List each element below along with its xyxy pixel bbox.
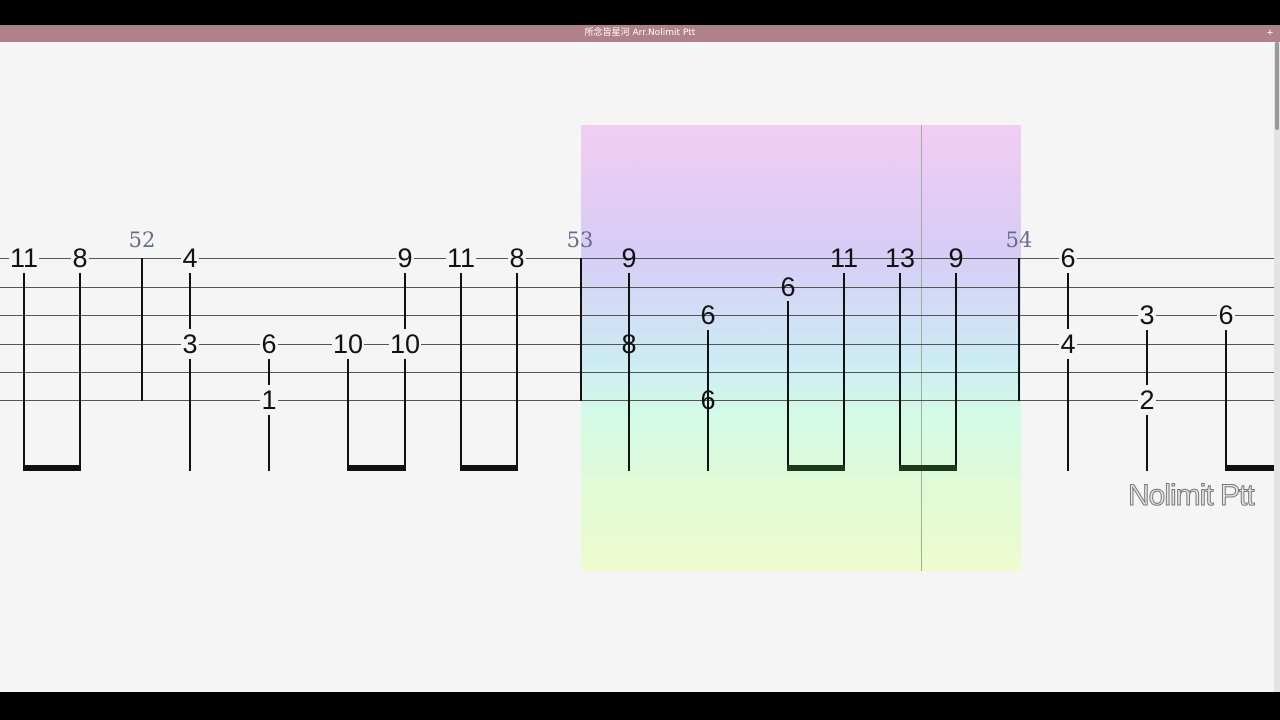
note-stem bbox=[347, 358, 349, 471]
note-beam bbox=[23, 465, 81, 471]
note-stem bbox=[79, 273, 81, 471]
fret-number[interactable]: 9 bbox=[936, 243, 976, 273]
barline-52 bbox=[141, 258, 143, 401]
fret-number[interactable]: 8 bbox=[609, 329, 649, 359]
fret-number[interactable]: 6 bbox=[688, 385, 728, 415]
fret-number-label: 2 bbox=[1138, 385, 1156, 415]
note-beam bbox=[460, 465, 518, 471]
fret-number[interactable]: 2 bbox=[1127, 385, 1167, 415]
fret-number-label: 3 bbox=[1138, 300, 1156, 330]
fret-number[interactable]: 11 bbox=[441, 243, 481, 273]
fret-number-label: 11 bbox=[445, 243, 477, 273]
note-stem bbox=[899, 273, 901, 471]
measure-number: 54 bbox=[1005, 228, 1033, 252]
note-stem bbox=[628, 273, 630, 471]
fret-number[interactable]: 10 bbox=[328, 329, 368, 359]
fret-number[interactable]: 1 bbox=[249, 385, 289, 415]
fret-number-label: 13 bbox=[884, 243, 916, 273]
window-title: 所念皆星河 Arr.Nolimit Ptt bbox=[584, 28, 696, 38]
measure-number: 52 bbox=[128, 228, 156, 252]
fret-number-label: 6 bbox=[1217, 300, 1235, 330]
fret-number-label: 11 bbox=[8, 243, 40, 273]
fret-number[interactable]: 13 bbox=[880, 243, 920, 273]
scrollbar-thumb[interactable] bbox=[1275, 42, 1279, 130]
fret-number[interactable]: 11 bbox=[824, 243, 864, 273]
fret-number[interactable]: 6 bbox=[1206, 300, 1246, 330]
note-stem bbox=[460, 273, 462, 471]
playback-cursor bbox=[921, 125, 922, 571]
fret-number[interactable]: 4 bbox=[1048, 329, 1088, 359]
barline-54 bbox=[1018, 258, 1020, 401]
fret-number[interactable]: 9 bbox=[385, 243, 425, 273]
fret-number[interactable]: 3 bbox=[1127, 300, 1167, 330]
fret-number[interactable]: 6 bbox=[249, 329, 289, 359]
fret-number-label: 10 bbox=[331, 329, 365, 359]
fret-number-label: 6 bbox=[780, 272, 796, 302]
string-6 bbox=[0, 400, 1274, 401]
note-beam bbox=[787, 465, 845, 471]
fret-number-label: 9 bbox=[396, 243, 414, 273]
fret-number[interactable]: 6 bbox=[688, 300, 728, 330]
string-2 bbox=[0, 287, 1274, 288]
fret-number-label: 9 bbox=[621, 243, 637, 273]
fret-number[interactable]: 8 bbox=[60, 243, 100, 273]
fret-number[interactable]: 8 bbox=[497, 243, 537, 273]
fret-number-label: 6 bbox=[260, 329, 278, 359]
fret-number-label: 1 bbox=[260, 385, 278, 415]
fret-number[interactable]: 9 bbox=[609, 243, 649, 273]
note-beam bbox=[899, 465, 957, 471]
note-beam bbox=[1225, 465, 1274, 471]
string-3 bbox=[0, 315, 1274, 316]
vertical-scrollbar[interactable] bbox=[1274, 42, 1280, 692]
fret-number-label: 9 bbox=[948, 243, 964, 273]
fret-number-label: 4 bbox=[1059, 329, 1077, 359]
fret-number[interactable]: 3 bbox=[170, 329, 210, 359]
fret-number-label: 4 bbox=[181, 243, 199, 273]
fret-number-label: 11 bbox=[829, 243, 859, 273]
window-titlebar: 所念皆星河 Arr.Nolimit Ptt + bbox=[0, 25, 1280, 42]
fret-number-label: 8 bbox=[508, 243, 526, 273]
note-stem bbox=[516, 273, 518, 471]
note-stem bbox=[787, 301, 789, 471]
note-stem bbox=[189, 273, 191, 471]
string-5 bbox=[0, 372, 1274, 373]
note-stem bbox=[843, 273, 845, 471]
fret-number[interactable]: 4 bbox=[170, 243, 210, 273]
fret-number-label: 6 bbox=[700, 300, 716, 330]
note-stem bbox=[1067, 273, 1069, 471]
note-beam bbox=[347, 465, 406, 471]
tablature-canvas[interactable]: 52 53 54 11 8 4 3 6 1 10 9 10 11 8 9 8 6 6 6 11 13 9 6 4 3 2 6 … bbox=[0, 42, 1274, 692]
barline-53 bbox=[580, 258, 582, 401]
add-button[interactable]: + bbox=[1264, 25, 1276, 42]
fret-number-label: 3 bbox=[181, 329, 199, 359]
note-stem bbox=[404, 273, 406, 471]
bottom-bar bbox=[0, 692, 1280, 720]
fret-number-label: 6 bbox=[1059, 243, 1077, 273]
fret-number[interactable]: 11 bbox=[4, 243, 44, 273]
fret-number[interactable]: 6 bbox=[768, 272, 808, 302]
note-stem bbox=[955, 273, 957, 471]
watermark-text: Nolimit Ptt bbox=[1128, 479, 1256, 513]
fret-number-label: 8 bbox=[71, 243, 89, 273]
note-stem bbox=[23, 273, 25, 471]
fret-number[interactable]: 6 bbox=[1048, 243, 1088, 273]
fret-number-label: 6 bbox=[700, 385, 716, 415]
fret-number[interactable]: 10 bbox=[385, 329, 425, 359]
fret-number-label: 10 bbox=[388, 329, 422, 359]
measure-number: 53 bbox=[566, 228, 594, 252]
fret-number-label: 8 bbox=[621, 329, 637, 359]
note-stem bbox=[1225, 330, 1227, 471]
